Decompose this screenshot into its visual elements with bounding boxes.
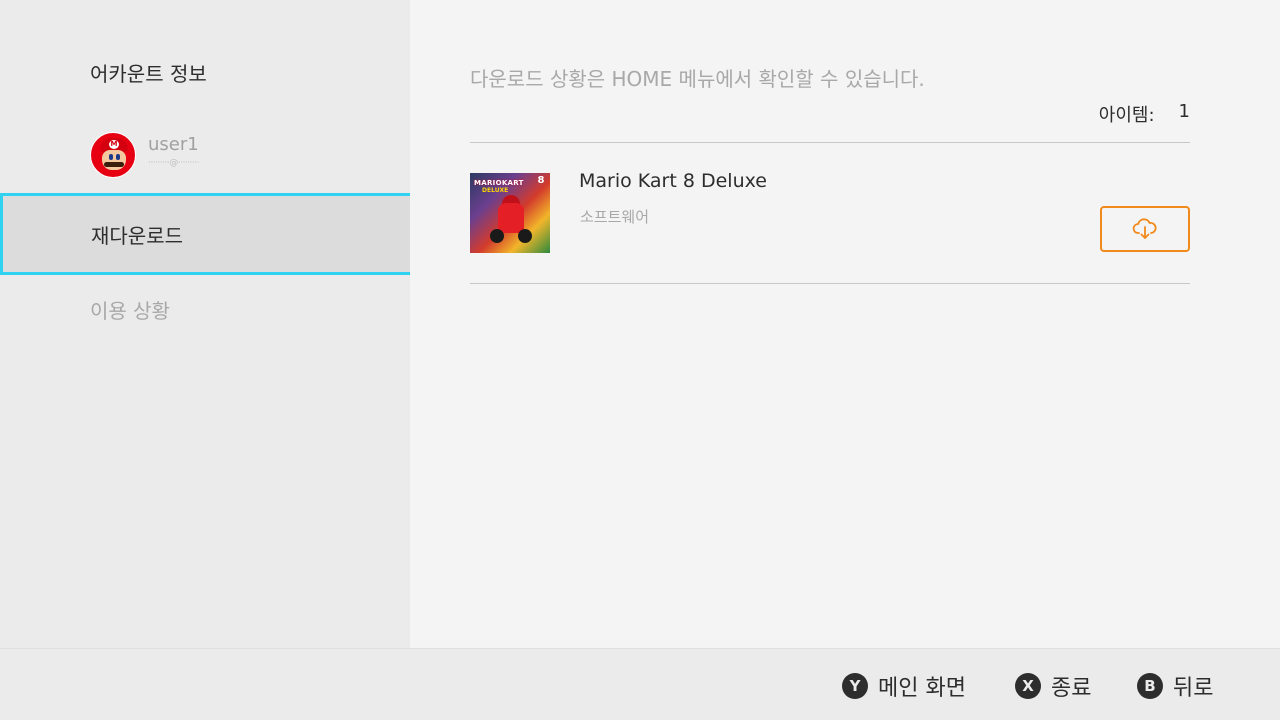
download-button[interactable] (1100, 206, 1190, 252)
game-title: Mario Kart 8 Deluxe (579, 170, 767, 192)
back-button[interactable]: B 뒤로 (1137, 670, 1213, 702)
game-thumbnail: MARIOKART DELUXE 8 (470, 173, 550, 253)
thumbnail-badge: 8 (537, 175, 545, 186)
divider (470, 283, 1190, 284)
y-button-icon: Y (842, 673, 868, 699)
list-item[interactable]: MARIOKART DELUXE 8 Mario Kart 8 Deluxe 소… (470, 170, 1190, 253)
sidebar-item-label: 이용 상황 (90, 298, 170, 323)
item-count-value: 1 (1178, 101, 1190, 122)
sidebar-item-redownload[interactable]: 재다운로드 (0, 193, 413, 275)
footer-action-label: 뒤로 (1173, 676, 1214, 701)
sidebar-item-usage[interactable]: 이용 상황 (0, 268, 410, 350)
user-email: ·········@········· (148, 158, 200, 168)
item-count-label: 아이템: (1098, 105, 1155, 126)
thumbnail-sub-text: DELUXE (482, 187, 509, 194)
item-count: 아이템: 1 (1099, 101, 1190, 127)
b-button-icon: B (1137, 673, 1163, 699)
sidebar: 어카운트 정보 M user1 ·········@········· 재다운로… (0, 0, 413, 648)
footer-action-label: 메인 화면 (878, 676, 966, 701)
account-info-heading: 어카운트 정보 (90, 62, 207, 86)
user-avatar-icon: M (90, 132, 136, 178)
footer-bar: Y 메인 화면 X 종료 B 뒤로 (0, 648, 1280, 720)
footer-action-label: 종료 (1051, 676, 1092, 701)
user-name: user1 (148, 134, 199, 155)
game-type: 소프트웨어 (580, 208, 650, 226)
thumbnail-logo-text: MARIOKART (474, 179, 524, 187)
download-status-notice: 다운로드 상황은 HOME 메뉴에서 확인할 수 있습니다. (470, 67, 925, 91)
divider (470, 142, 1190, 143)
main-screen-button[interactable]: Y 메인 화면 (842, 670, 966, 702)
sidebar-item-label: 재다운로드 (91, 223, 183, 248)
main-content: 다운로드 상황은 HOME 메뉴에서 확인할 수 있습니다. 아이템: 1 MA… (410, 0, 1280, 648)
close-button[interactable]: X 종료 (1015, 670, 1091, 702)
user-profile: M user1 ·········@········· (90, 132, 200, 178)
x-button-icon: X (1015, 673, 1041, 699)
cloud-download-icon (1132, 218, 1157, 239)
